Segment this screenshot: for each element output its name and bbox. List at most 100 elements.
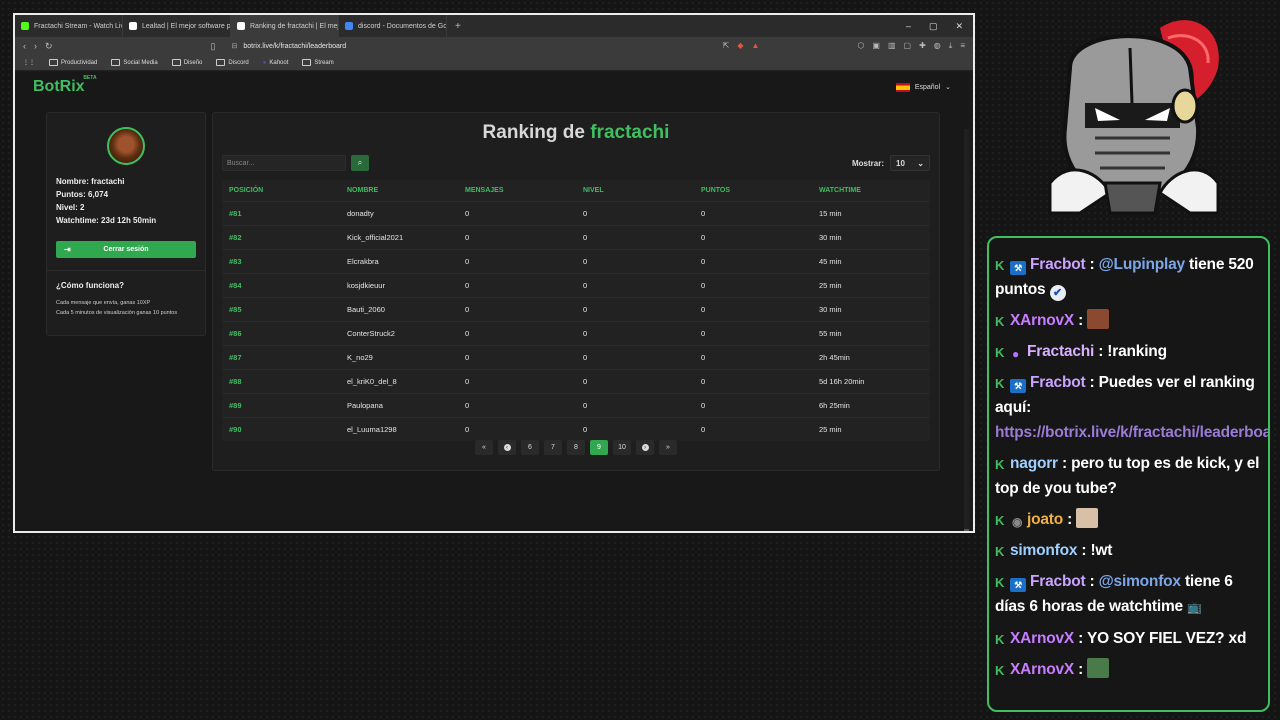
new-tab-button[interactable]: +: [447, 21, 469, 32]
site-info-icon[interactable]: ⊟: [232, 42, 238, 50]
table-cell: el_Luuma1298: [347, 425, 397, 434]
scrollbar-thumb[interactable]: [964, 529, 969, 531]
chat-username[interactable]: XArnovX: [1010, 312, 1074, 329]
kick-icon: K: [995, 663, 1005, 678]
search-button[interactable]: ⌕: [351, 155, 369, 171]
profile-level: Nivel: 2: [56, 203, 85, 212]
chat-link[interactable]: https://botrix.live/k/fractachi/leaderbo…: [995, 424, 1268, 441]
page-size-select[interactable]: 10 ⌄: [890, 155, 930, 171]
table-cell: 0: [701, 233, 706, 242]
page-button[interactable]: 9: [590, 440, 608, 455]
table-cell: #85: [229, 305, 242, 314]
chat-username[interactable]: joato: [1027, 511, 1063, 528]
wallet-icon[interactable]: ▣: [872, 41, 880, 51]
table-cell: 30 min: [819, 305, 842, 314]
chat-mention[interactable]: @Lupinplay: [1099, 256, 1186, 273]
chat-username[interactable]: Fracbot: [1030, 256, 1086, 273]
chat-username[interactable]: Fracbot: [1030, 573, 1086, 590]
bookmark-social-media[interactable]: Social Media: [111, 59, 158, 66]
url-text: botrix.live/k/fractachi/leaderboard: [243, 42, 347, 50]
table-cell: 0: [465, 329, 470, 338]
bookmark-diseno[interactable]: Diseño: [171, 59, 202, 66]
language-selector[interactable]: Español ⌄: [895, 82, 951, 92]
browser-tab[interactable]: Ranking de fractachi | El mejor s×: [231, 15, 339, 37]
language-label: Español: [914, 83, 941, 91]
bookmark-kahoot[interactable]: ● Kahoot: [263, 60, 289, 66]
download-icon[interactable]: ⤓: [949, 41, 953, 51]
vpn-icon[interactable]: ◍: [934, 41, 941, 51]
knight-mascot-image: [1048, 20, 1220, 215]
sidebar-icon[interactable]: ▥: [888, 41, 896, 51]
table-cell: 0: [583, 401, 588, 410]
table-row: #83 Elcrakbra 0 0 0 45 min: [222, 249, 930, 273]
table-cell: 0: [465, 209, 470, 218]
logout-button[interactable]: ⇥ Cerrar sesión: [56, 241, 196, 258]
chat-username[interactable]: Fracbot: [1030, 374, 1086, 391]
prev-page-button[interactable]: ‹: [498, 440, 516, 455]
table-cell: 0: [583, 233, 588, 242]
chat-username[interactable]: Fractachi: [1027, 343, 1094, 360]
next-page-button[interactable]: ›: [636, 440, 654, 455]
chat-message: K ⚒ Fracbot : Puedes ver el ranking aquí: …: [995, 370, 1268, 445]
folder-icon: [302, 59, 312, 66]
close-window-icon[interactable]: ✕: [955, 21, 963, 32]
page-button[interactable]: 10: [613, 440, 631, 455]
chat-username[interactable]: nagorr: [1010, 455, 1058, 472]
title-prefix: Ranking de: [482, 122, 585, 143]
back-icon[interactable]: ‹: [23, 41, 26, 51]
bookmark-icon[interactable]: ▯: [211, 41, 216, 52]
chat-message: Knagorr : pero tu top es de kick, y el t…: [995, 451, 1262, 501]
page-button[interactable]: 7: [544, 440, 562, 455]
kick-icon: K: [995, 258, 1005, 273]
browser-tab[interactable]: Fractachi Stream - Watch Live on Kick×: [15, 15, 123, 37]
table-cell: 0: [701, 401, 706, 410]
title-username: fractachi: [590, 122, 670, 143]
chat-mention[interactable]: @simonfox: [1099, 573, 1181, 590]
table-cell: 0: [583, 305, 588, 314]
chat-username[interactable]: XArnovX: [1010, 661, 1074, 678]
avatar: [107, 127, 145, 165]
chevron-right-icon: ›: [641, 444, 649, 451]
extensions: ⇱ ◆ ▲ ⬡ ▣ ▥ ▢ ✚ ◍ ⤓ ≡: [723, 41, 965, 51]
browser-tab[interactable]: Lealtad | El mejor software para pote×: [123, 15, 231, 37]
url-field[interactable]: ⊟ botrix.live/k/fractachi/leaderboard: [224, 39, 715, 53]
rewards-icon[interactable]: ▲: [752, 41, 760, 51]
puzzle-icon[interactable]: ✚: [919, 41, 926, 51]
search-input[interactable]: Buscar...: [222, 155, 346, 171]
emote-image: [1087, 658, 1110, 678]
brave-shield-icon[interactable]: ◆: [737, 41, 743, 51]
screenshot-icon[interactable]: ▢: [904, 41, 912, 51]
page-scrollbar[interactable]: [964, 129, 969, 531]
table-cell: #86: [229, 329, 242, 338]
botrix-logo[interactable]: BotRix BETA: [33, 75, 97, 96]
chat-text: : YO SOY FIEL VEZ? xd: [1074, 630, 1247, 647]
kick-icon: K: [995, 575, 1005, 590]
tv-emoji-icon: 📺: [1187, 600, 1202, 614]
page-button[interactable]: 6: [521, 440, 539, 455]
extensions-icon[interactable]: ⬡: [857, 41, 864, 51]
last-page-button[interactable]: »: [659, 440, 677, 455]
table-row: #86 ConterStruck2 0 0 0 55 min: [222, 321, 930, 345]
chat-message: K ● Fractachi : !ranking: [995, 339, 1262, 364]
bookmark-stream[interactable]: Stream: [302, 59, 334, 66]
bookmark-label: Productividad: [61, 59, 98, 66]
reload-icon[interactable]: ↻: [45, 41, 53, 52]
bookmark-productividad[interactable]: Productividad: [49, 59, 97, 66]
bot-badge-icon: ⚒: [1010, 379, 1026, 393]
page-button[interactable]: 8: [567, 440, 585, 455]
table-cell: 25 min: [819, 425, 842, 434]
table-row: #89 Paulopana 0 0 0 6h 25min: [222, 393, 930, 417]
share-icon[interactable]: ⇱: [723, 41, 730, 51]
apps-icon[interactable]: ⋮⋮: [23, 59, 35, 66]
emote-image: [1076, 508, 1099, 528]
column-header: MENSAJES: [465, 187, 504, 194]
minimize-icon[interactable]: –: [906, 21, 911, 32]
browser-tab[interactable]: discord - Documentos de Google×: [339, 15, 447, 37]
bookmark-discord[interactable]: Discord: [216, 59, 249, 66]
restore-icon[interactable]: ▢: [929, 21, 938, 32]
first-page-button[interactable]: «: [475, 440, 493, 455]
menu-icon[interactable]: ≡: [960, 41, 965, 51]
chat-username[interactable]: simonfox: [1010, 542, 1077, 559]
forward-icon[interactable]: ›: [34, 41, 37, 51]
chat-username[interactable]: XArnovX: [1010, 630, 1074, 647]
